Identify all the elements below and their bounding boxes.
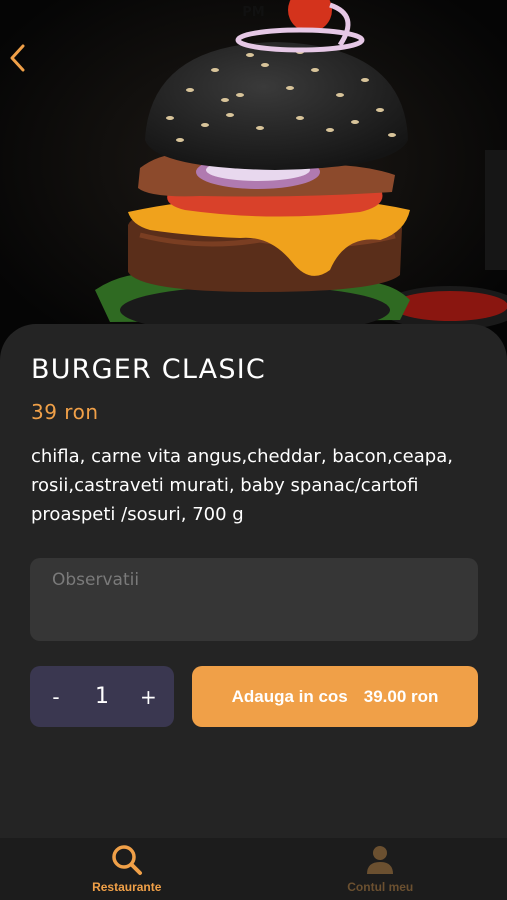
quantity-value: 1: [95, 684, 109, 709]
bottom-navigation: Restaurante Contul meu: [0, 838, 507, 900]
nav-item-restaurante[interactable]: Restaurante: [0, 838, 254, 900]
quantity-stepper: - 1 +: [30, 666, 174, 727]
chevron-left-icon: [10, 44, 25, 72]
nav-label-restaurante: Restaurante: [92, 880, 162, 894]
notes-field[interactable]: [30, 558, 478, 641]
decrease-quantity-button[interactable]: -: [48, 685, 64, 709]
back-button[interactable]: [8, 44, 38, 78]
product-details-sheet: BURGER CLASIC 39 ron chifla, carne vita …: [0, 324, 507, 838]
nav-label-contul-meu: Contul meu: [347, 880, 414, 894]
burger-illustration: [0, 0, 507, 360]
increase-quantity-button[interactable]: +: [140, 685, 157, 709]
product-description: chifla, carne vita angus,cheddar, bacon,…: [31, 446, 453, 525]
add-to-cart-total: 39.00 ron: [363, 686, 439, 706]
status-bar-time: PM: [242, 5, 265, 20]
add-to-cart-button[interactable]: Adauga in cos 39.00 ron: [192, 666, 478, 727]
product-image: PM: [0, 0, 507, 360]
product-price: 39 ron: [31, 400, 99, 424]
add-to-cart-label: Adauga in cos: [231, 686, 348, 706]
search-icon: [112, 845, 142, 875]
user-icon: [367, 846, 394, 874]
product-title: BURGER CLASIC: [31, 354, 266, 385]
nav-item-contul-meu[interactable]: Contul meu: [254, 838, 507, 900]
